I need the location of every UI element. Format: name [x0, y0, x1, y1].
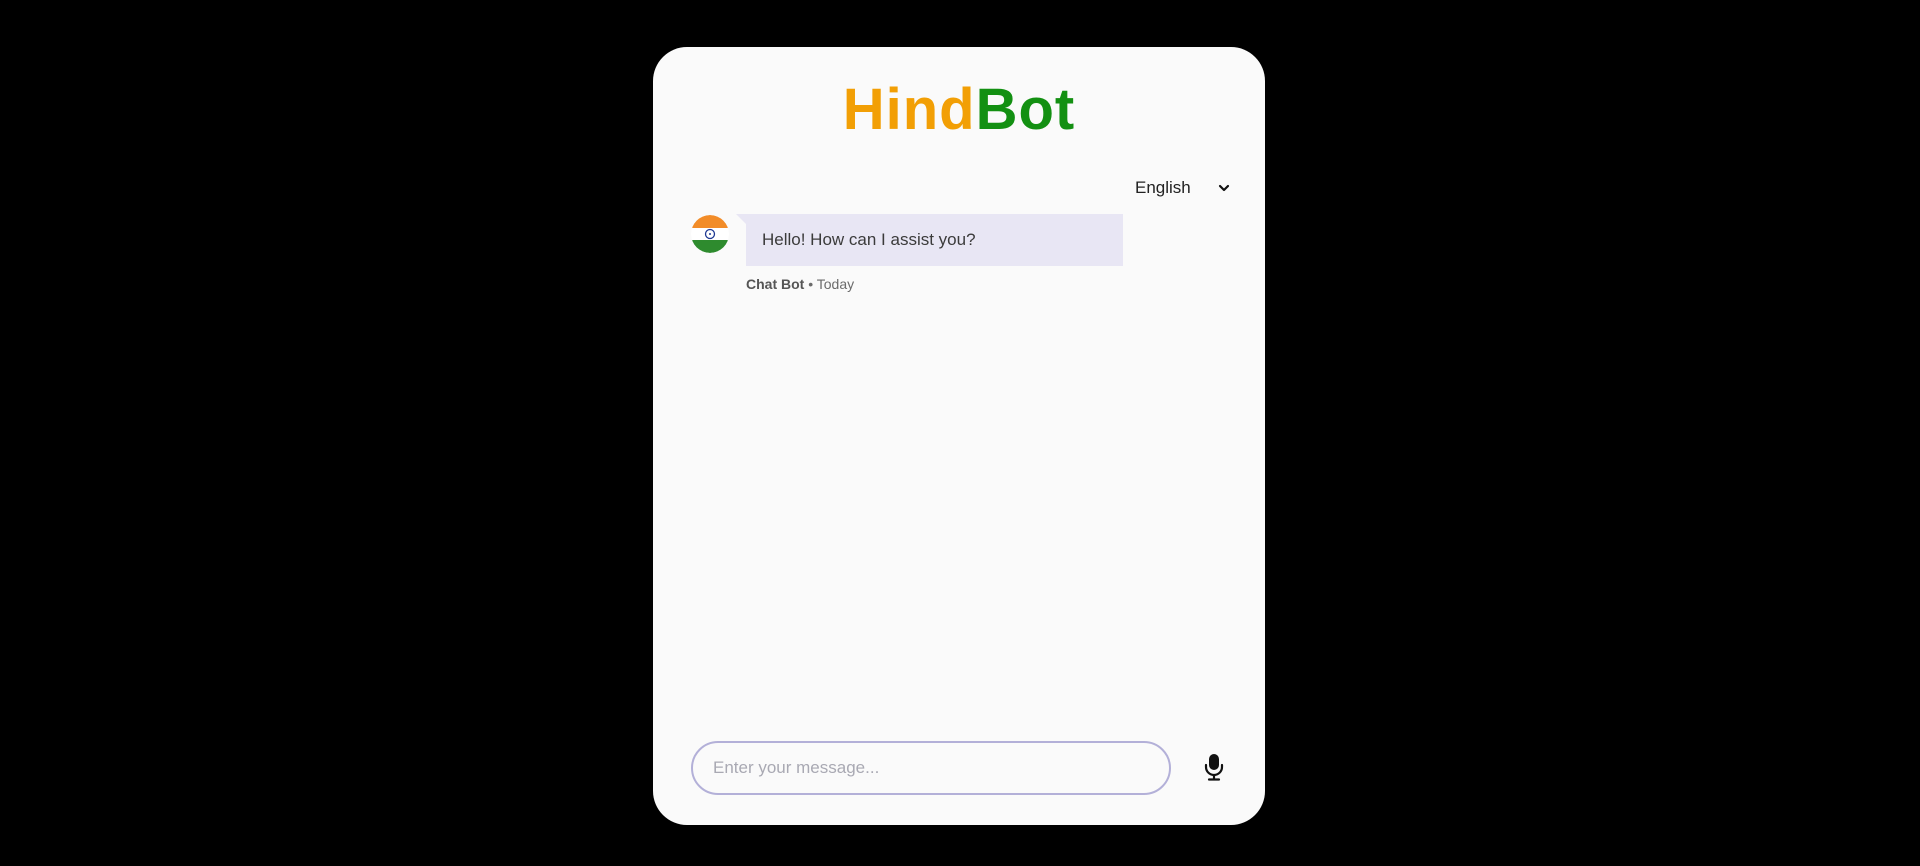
- bot-avatar-india-flag-icon: [691, 215, 729, 253]
- app-title-part1: Hind: [842, 77, 976, 142]
- message-input[interactable]: [693, 743, 1169, 793]
- app-title-part2: Bot: [975, 77, 1076, 142]
- message-input-wrapper: [691, 741, 1171, 795]
- message-meta: Chat Bot • Today: [746, 276, 854, 292]
- microphone-icon[interactable]: [1199, 751, 1229, 783]
- bot-message-text: Hello! How can I assist you?: [762, 230, 976, 249]
- message-separator: •: [808, 276, 814, 292]
- chevron-down-icon: [1215, 179, 1233, 197]
- message-time: Today: [816, 276, 855, 292]
- chat-window: HindBot English Hello! How can I assist …: [653, 47, 1265, 825]
- bot-message-bubble: Hello! How can I assist you?: [736, 214, 1123, 266]
- language-select[interactable]: English: [1135, 175, 1233, 201]
- language-select-value: English: [1135, 178, 1191, 197]
- app-title: HindBot: [653, 81, 1265, 139]
- message-sender: Chat Bot: [746, 276, 805, 292]
